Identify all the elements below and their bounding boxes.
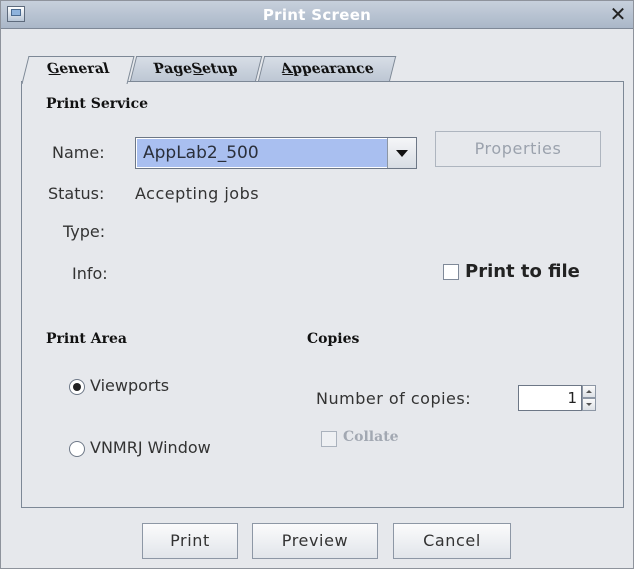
copies-spinner[interactable]: 1 bbox=[518, 385, 596, 411]
status-value: Accepting jobs bbox=[135, 184, 260, 203]
name-label: Name: bbox=[52, 143, 105, 162]
collate-checkbox[interactable] bbox=[321, 431, 337, 447]
tab-general[interactable]: General bbox=[21, 56, 135, 84]
print-service-heading: Print Service bbox=[46, 96, 149, 112]
copies-input[interactable]: 1 bbox=[518, 385, 582, 411]
copies-heading: Copies bbox=[307, 331, 360, 347]
preview-button[interactable]: Preview bbox=[252, 523, 378, 559]
tab-page-setup[interactable]: Page Setup bbox=[129, 56, 263, 82]
print-dialog: Print Screen ✕ General Page Setup Appear… bbox=[0, 0, 634, 569]
collate-label[interactable]: Collate bbox=[343, 429, 399, 445]
printer-name-value[interactable]: AppLab2_500 bbox=[137, 139, 387, 167]
print-button[interactable]: Print bbox=[142, 523, 238, 559]
spinner-down-icon[interactable] bbox=[582, 398, 596, 411]
tab-appearance[interactable]: Appearance bbox=[257, 56, 397, 82]
number-of-copies-label: Number of copies: bbox=[316, 389, 472, 408]
status-label: Status: bbox=[48, 184, 105, 203]
title-bar[interactable]: Print Screen ✕ bbox=[1, 1, 633, 29]
vnmrj-window-radio[interactable] bbox=[69, 441, 85, 457]
vnmrj-window-label[interactable]: VNMRJ Window bbox=[90, 438, 211, 457]
close-icon[interactable]: ✕ bbox=[607, 3, 629, 25]
cancel-button[interactable]: Cancel bbox=[393, 523, 511, 559]
print-to-file-label[interactable]: Print to file bbox=[465, 261, 580, 282]
window-title: Print Screen bbox=[262, 6, 372, 24]
properties-button[interactable]: Properties bbox=[435, 131, 601, 167]
viewports-radio[interactable] bbox=[69, 379, 85, 395]
chevron-down-icon[interactable] bbox=[387, 138, 416, 168]
type-label: Type: bbox=[63, 222, 106, 241]
print-to-file-checkbox[interactable] bbox=[443, 264, 459, 280]
printer-name-dropdown[interactable]: AppLab2_500 bbox=[135, 137, 417, 169]
spinner-up-icon[interactable] bbox=[582, 385, 596, 398]
viewports-label[interactable]: Viewports bbox=[90, 376, 169, 395]
info-label: Info: bbox=[72, 264, 108, 283]
print-area-heading: Print Area bbox=[46, 331, 127, 347]
